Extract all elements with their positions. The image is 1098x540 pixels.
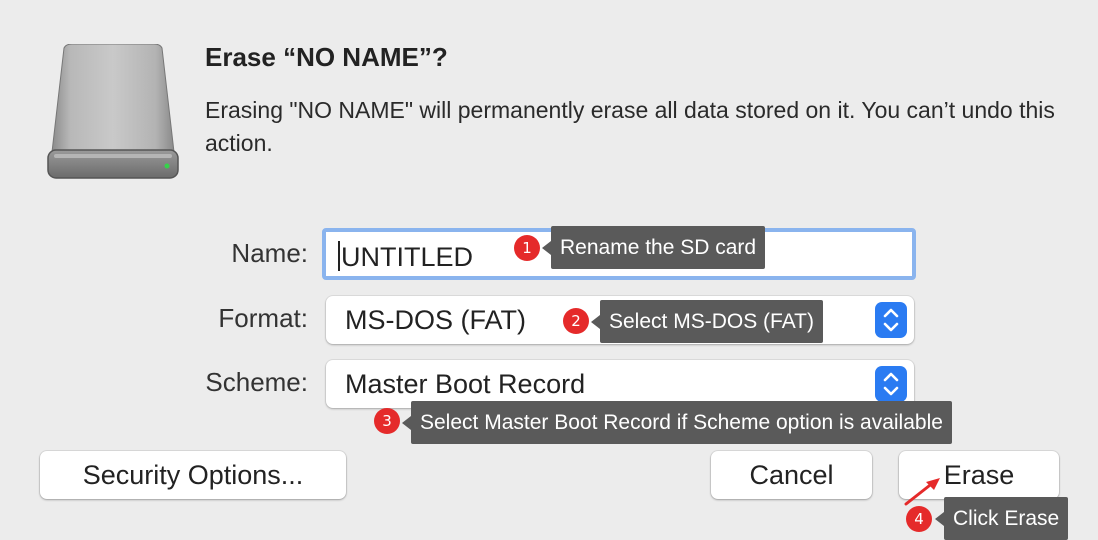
dialog-title: Erase “NO NAME”? [205, 42, 448, 72]
chevron-up-down-icon [875, 366, 907, 402]
step-badge-4: 4 [906, 506, 932, 532]
pointer-arrow-icon [904, 478, 940, 506]
format-value: MS-DOS (FAT) [345, 305, 526, 335]
external-drive-icon [46, 43, 180, 180]
name-value: UNTITLED [341, 242, 474, 272]
erase-dialog: Erase “NO NAME”? Erasing "NO NAME" will … [0, 0, 1098, 540]
dialog-message: Erasing "NO NAME" will permanently erase… [205, 97, 1055, 156]
annotation-tooltip-4: Click Erase [934, 497, 1069, 540]
text-cursor [338, 241, 340, 271]
step-badge-1: 1 [514, 235, 540, 261]
format-label: Format: [218, 303, 308, 333]
cancel-button[interactable]: Cancel [711, 451, 872, 499]
step-badge-2: 2 [563, 308, 589, 334]
scheme-label: Scheme: [205, 367, 308, 397]
annotation-tooltip-2: Select MS-DOS (FAT) [591, 300, 823, 343]
scheme-value: Master Boot Record [345, 369, 586, 399]
name-label: Name: [231, 238, 308, 268]
annotation-tooltip-1: Rename the SD card [541, 226, 766, 269]
annotation-tooltip-3: Select Master Boot Record if Scheme opti… [402, 401, 952, 444]
step-badge-3: 3 [374, 408, 400, 434]
security-options-button[interactable]: Security Options... [40, 451, 346, 499]
chevron-up-down-icon [875, 302, 907, 338]
